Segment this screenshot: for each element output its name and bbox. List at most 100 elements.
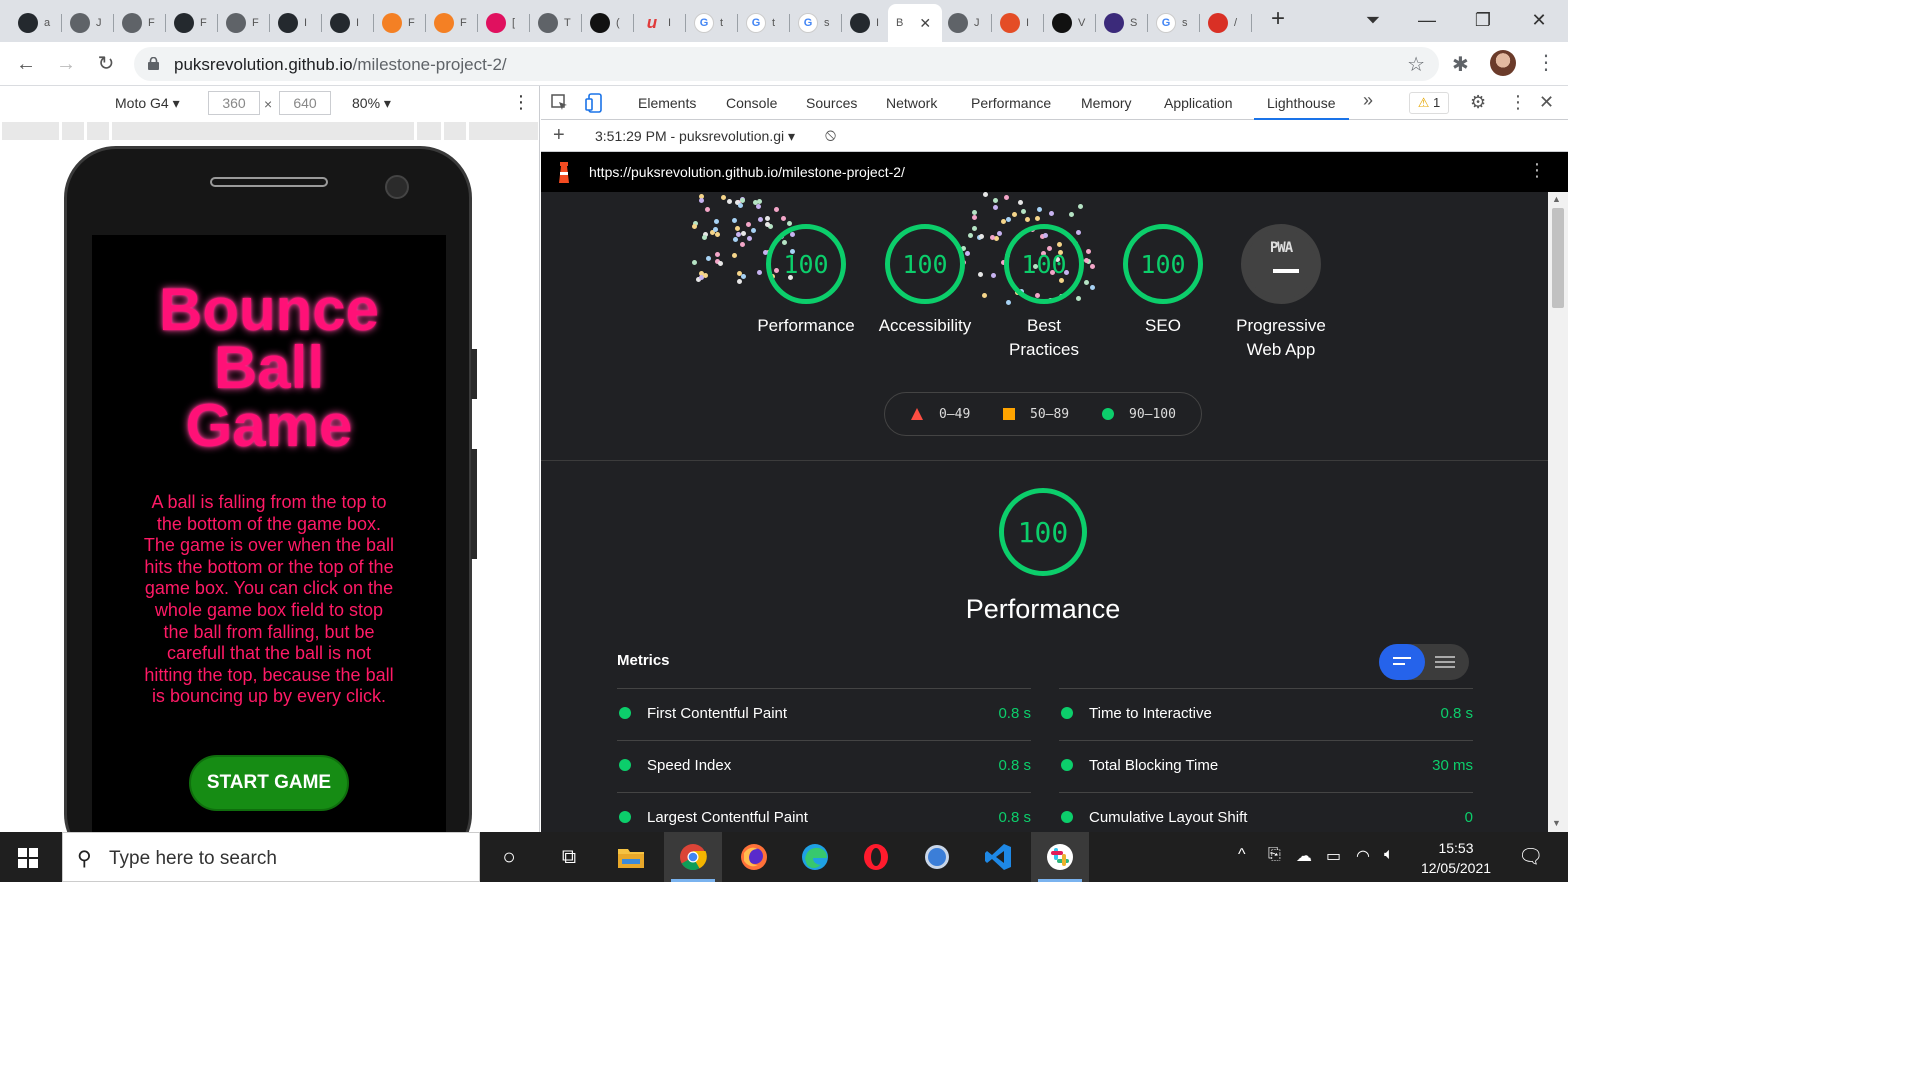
notifications-icon[interactable]: 🗨︎ (1518, 844, 1543, 869)
warnings-badge[interactable]: ⚠ 1 (1409, 92, 1449, 114)
tab[interactable]: Gs (1148, 4, 1200, 42)
tab[interactable]: F (218, 4, 270, 42)
new-tab-button[interactable]: + (1266, 7, 1290, 32)
tab-elements[interactable]: Elements (638, 86, 696, 120)
device-more-icon[interactable]: ⋮ (512, 92, 530, 113)
tab[interactable]: I (322, 4, 374, 42)
tab[interactable]: I (270, 4, 322, 42)
start-game-button[interactable]: START GAME (189, 755, 349, 811)
more-tabs-icon[interactable]: » (1363, 90, 1373, 111)
scrollbar-thumb[interactable] (1552, 208, 1564, 308)
tab[interactable]: F (426, 4, 478, 42)
new-report-icon[interactable]: + (553, 124, 565, 147)
firefox-icon[interactable] (739, 842, 769, 872)
media-query-bar[interactable] (2, 122, 538, 140)
clear-reports-icon[interactable]: ⦸ (825, 125, 836, 145)
device-width-input[interactable]: 360 (208, 91, 260, 115)
vscode-icon[interactable] (983, 842, 1013, 872)
metric-cumulative-layout-shift[interactable]: Cumulative Layout Shift 0 (1059, 792, 1473, 832)
wifi-icon[interactable]: ◠ (1356, 846, 1370, 866)
forward-button[interactable]: → (52, 50, 80, 78)
tab[interactable]: uI (634, 4, 686, 42)
browser-menu-icon[interactable]: ⋮ (1536, 50, 1556, 75)
cortana-icon[interactable]: ○ (494, 842, 524, 872)
tab-lighthouse[interactable]: Lighthouse (1254, 86, 1349, 120)
metric-time-to-interactive[interactable]: Time to Interactive 0.8 s (1059, 688, 1473, 740)
tab[interactable]: Gt (738, 4, 790, 42)
devtools-close-icon[interactable]: ✕ (1539, 92, 1554, 113)
chrome-icon[interactable] (678, 842, 708, 872)
metric-total-blocking-time[interactable]: Total Blocking Time 30 ms (1059, 740, 1473, 792)
tab[interactable]: T (530, 4, 582, 42)
edge-icon[interactable] (800, 842, 830, 872)
report-url[interactable]: https://puksrevolution.github.io/milesto… (589, 164, 905, 180)
category-seo[interactable]: 100 SEO (1103, 224, 1223, 338)
tab[interactable]: F (166, 4, 218, 42)
tab[interactable]: J (940, 4, 992, 42)
slack-icon[interactable] (1045, 842, 1075, 872)
tab[interactable]: / (1200, 4, 1252, 42)
reload-button[interactable]: ↻ (92, 50, 120, 78)
minimize-button[interactable]: — (1412, 6, 1442, 34)
tab-performance[interactable]: Performance (971, 86, 1051, 120)
tab-network[interactable]: Network (886, 86, 937, 120)
close-tab-icon[interactable]: ✕ (919, 15, 931, 32)
pwa-category[interactable]: PWA Progressive Web App (1221, 224, 1341, 362)
category-best-practices[interactable]: 100 Best Practices (984, 224, 1104, 362)
tab[interactable]: Gs (790, 4, 842, 42)
onedrive-icon[interactable]: ☁ (1296, 846, 1312, 866)
volume-icon[interactable]: 🔈︎ (1384, 846, 1394, 864)
tab[interactable]: ( (582, 4, 634, 42)
metric-largest-contentful-paint[interactable]: Largest Contentful Paint 0.8 s (617, 792, 1031, 832)
tab-active[interactable]: B ✕ (888, 4, 942, 42)
tab[interactable]: Gt (686, 4, 738, 42)
tab[interactable]: I (992, 4, 1044, 42)
task-view-icon[interactable]: ⧉ (554, 842, 584, 872)
report-menu-icon[interactable]: ⋮ (1528, 160, 1546, 181)
tab[interactable]: [ (478, 4, 530, 42)
tab[interactable]: S (1096, 4, 1148, 42)
metric-speed-index[interactable]: Speed Index 0.8 s (617, 740, 1031, 792)
device-height-input[interactable]: 640 (279, 91, 331, 115)
tab[interactable]: F (374, 4, 426, 42)
show-hidden-icons[interactable]: ^ (1238, 846, 1246, 864)
device-select[interactable]: Moto G4 ▾ (115, 95, 180, 112)
meet-now-icon[interactable]: ⎘ (1268, 846, 1281, 864)
tab[interactable]: I (842, 4, 894, 42)
tab[interactable]: J (62, 4, 114, 42)
tab-console[interactable]: Console (726, 86, 777, 120)
system-clock[interactable]: 15:53 12/05/2021 (1410, 838, 1502, 878)
devtools-settings-icon[interactable]: ⚙ (1470, 92, 1486, 113)
report-selector[interactable]: 3:51:29 PM - puksrevolution.gi ▾ (595, 128, 795, 145)
tab[interactable]: a (10, 4, 62, 42)
back-button[interactable]: ← (12, 50, 40, 78)
extensions-icon[interactable]: ✱ (1452, 52, 1469, 77)
profile-avatar[interactable] (1490, 50, 1516, 76)
tab-search-icon[interactable]: ⏷ (1358, 6, 1388, 34)
tab-application[interactable]: Application (1164, 86, 1233, 120)
tab-sources[interactable]: Sources (806, 86, 857, 120)
device-toggle-icon[interactable] (585, 93, 603, 113)
tab[interactable]: V (1044, 4, 1096, 42)
bookmark-star-icon[interactable]: ☆ (1407, 52, 1425, 77)
file-explorer-icon[interactable] (616, 842, 646, 872)
category-accessibility[interactable]: 100 Accessibility (865, 224, 985, 338)
windows-start-icon[interactable] (18, 848, 38, 868)
tab[interactable]: F (114, 4, 166, 42)
zoom-select[interactable]: 80% ▾ (352, 95, 391, 112)
devtools-menu-icon[interactable]: ⋮ (1509, 92, 1527, 113)
inspect-element-icon[interactable] (551, 94, 569, 112)
category-performance[interactable]: 100 Performance (746, 224, 866, 338)
compact-view-icon[interactable] (1379, 644, 1425, 680)
metric-first-contentful-paint[interactable]: First Contentful Paint 0.8 s (617, 688, 1031, 740)
address-bar[interactable]: puksrevolution.github.io/milestone-proje… (134, 47, 1439, 81)
tab-memory[interactable]: Memory (1081, 86, 1132, 120)
opera-icon[interactable] (861, 842, 891, 872)
safari-icon[interactable] (922, 842, 952, 872)
taskbar-search-box[interactable]: ⚲ Type here to search (62, 832, 480, 882)
metrics-view-toggle[interactable] (1379, 644, 1469, 680)
battery-icon[interactable]: ▭ (1326, 846, 1341, 866)
restore-button[interactable]: ❐ (1468, 6, 1498, 34)
report-scrollbar[interactable]: ▲ ▼ (1548, 192, 1568, 832)
close-window-button[interactable]: ✕ (1524, 6, 1554, 34)
